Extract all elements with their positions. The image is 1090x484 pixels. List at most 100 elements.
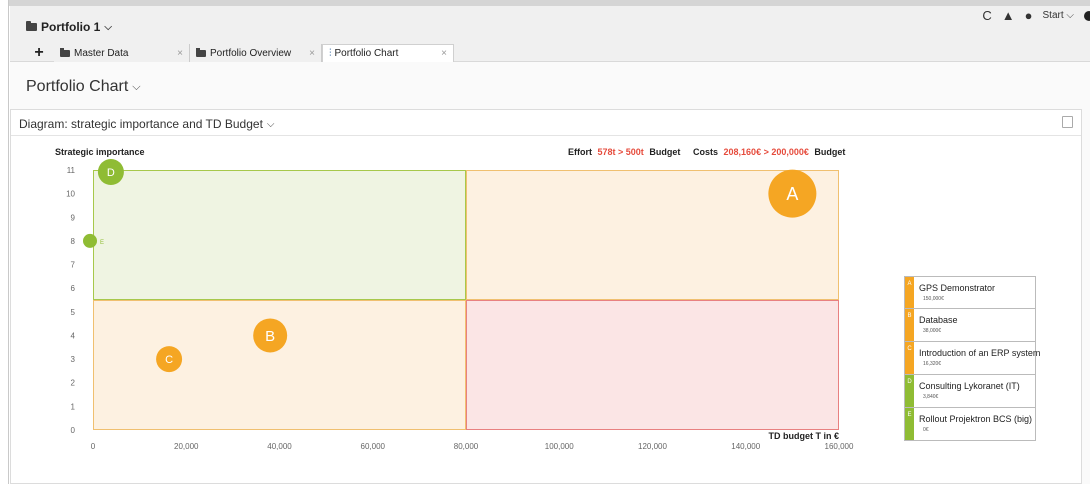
- effort-value: 578t > 500t: [598, 147, 644, 157]
- diagram-selector[interactable]: Diagram: strategic importance and TD Bud…: [19, 117, 275, 131]
- quadrant-group: [93, 170, 839, 430]
- y-tick-label: 3: [71, 355, 76, 364]
- x-tick-label: 0: [91, 442, 96, 451]
- y-tick-label: 10: [66, 190, 75, 199]
- top-right-toolbar: C ▲ ● Start ⌵: [982, 8, 1090, 23]
- legend-item[interactable]: C Introduction of an ERP system 16,320€: [904, 342, 1040, 375]
- data-point-c: C: [156, 346, 183, 373]
- start-label: Start: [1042, 10, 1064, 21]
- legend-item[interactable]: E Rollout Projektron BCS (big) 0€: [904, 408, 1036, 441]
- close-icon[interactable]: ×: [309, 48, 315, 59]
- tab-portfolio-chart[interactable]: ⫶ Portfolio Chart ×: [322, 44, 454, 62]
- legend-value: 16,320€: [923, 361, 942, 367]
- y-tick-label: 9: [71, 213, 76, 222]
- point-label: B: [265, 328, 275, 345]
- folder-icon: [196, 47, 206, 57]
- chevron-down-icon: ⌵: [104, 21, 112, 33]
- page-title[interactable]: Portfolio Chart ⌵: [26, 78, 141, 96]
- quadrant-1: [93, 170, 466, 300]
- chart-icon: ⫶: [329, 48, 332, 59]
- legend-value: 3,840€: [923, 394, 939, 400]
- tab-label: Portfolio Chart: [334, 48, 399, 59]
- chevron-down-icon: ⌵: [132, 80, 141, 93]
- data-point-d: D: [97, 159, 124, 185]
- start-menu-button[interactable]: Start ⌵: [1043, 10, 1075, 21]
- y-tick-label: 1: [71, 402, 76, 411]
- add-tab-button[interactable]: +: [24, 44, 54, 62]
- refresh-icon[interactable]: C: [982, 8, 991, 23]
- tab-label: Portfolio Overview: [210, 47, 292, 59]
- chart-legend: A GPS Demonstrator 150,000€ B Database 38,000…: [904, 276, 1040, 441]
- y-axis-label: Strategic importance: [55, 147, 145, 157]
- folder-icon: [60, 47, 70, 57]
- bell-icon[interactable]: ▲: [1002, 8, 1015, 23]
- y-tick-label: 5: [71, 308, 76, 317]
- app-root: Portfolio 1 ⌵ C ▲ ● Start ⌵ + Master Dat…: [10, 6, 1090, 484]
- close-icon[interactable]: ×: [441, 48, 447, 59]
- y-tick-label: 11: [67, 166, 76, 175]
- point-label: E: [100, 240, 104, 246]
- effort-suffix: Budget: [649, 147, 680, 157]
- x-axis-ticks: 0 20,000 40,000 60,000 80,000 100,000 120,000 1…: [91, 442, 854, 451]
- legend-value: 0€: [923, 427, 929, 433]
- x-tick-label: 120,000: [638, 442, 667, 451]
- chevron-down-icon: ⌵: [1066, 10, 1074, 21]
- panel-header: Diagram: strategic importance and TD Bud…: [11, 110, 1081, 136]
- close-icon[interactable]: ×: [177, 48, 183, 59]
- svg-text:Effort 578t > 500t: Effort 578t > 500t Budget: [568, 147, 680, 157]
- tab-master-data[interactable]: Master Data ×: [54, 44, 190, 62]
- costs-value: 208,160€ > 200,000€: [724, 147, 809, 157]
- legend-name: Rollout Projektron BCS (big): [919, 414, 1033, 424]
- point-marker: [83, 233, 97, 248]
- legend-swatch: B: [905, 309, 914, 341]
- quadrant-4: [466, 300, 839, 430]
- costs-summary: Costs 208,160€ > 200,000€ Budget: [693, 147, 845, 157]
- user-avatar-icon[interactable]: [1084, 10, 1090, 21]
- data-point-a: A: [768, 169, 817, 218]
- y-tick-label: 2: [71, 379, 76, 388]
- diagram-panel: Diagram: strategic importance and TD Bud…: [10, 109, 1082, 484]
- legend-item[interactable]: B Database 38,000€: [904, 309, 1036, 342]
- point-label: A: [786, 184, 798, 204]
- portfolio-selector[interactable]: Portfolio 1 ⌵: [26, 20, 112, 34]
- legend-swatch: C: [905, 342, 914, 374]
- legend-swatch: A: [905, 277, 914, 308]
- legend-item[interactable]: D Consulting Lykoranet (IT) 3,840€: [904, 375, 1036, 408]
- legend-swatch: D: [905, 375, 914, 407]
- legend-value: 38,000€: [923, 328, 942, 334]
- x-tick-label: 100,000: [545, 442, 574, 451]
- y-tick-label: 8: [71, 237, 76, 246]
- export-icon[interactable]: [1062, 116, 1073, 128]
- x-tick-label: 140,000: [731, 442, 760, 451]
- legend-name: Introduction of an ERP system: [919, 348, 1041, 358]
- legend-value: 150,000€: [923, 296, 944, 302]
- page-title-text: Portfolio Chart: [26, 78, 129, 95]
- y-tick-label: 0: [71, 426, 76, 435]
- quadrant-3: [93, 300, 466, 430]
- tab-portfolio-overview[interactable]: Portfolio Overview ×: [190, 44, 322, 62]
- x-tick-label: 60,000: [361, 442, 386, 451]
- svg-text:Costs 208,160€ > 200: Costs 208,160€ > 200,000€ Budget: [693, 147, 845, 157]
- legend-swatch: E: [905, 408, 914, 440]
- tab-label: Master Data: [74, 47, 129, 59]
- x-tick-label: 160,000: [825, 442, 854, 451]
- tab-bar: + Master Data × Portfolio Overview × ⫶ P…: [24, 44, 454, 62]
- panel-title: Diagram: strategic importance and TD Bud…: [19, 117, 263, 131]
- legend-name: GPS Demonstrator: [919, 283, 996, 293]
- timer-icon[interactable]: ●: [1025, 8, 1033, 23]
- x-tick-label: 40,000: [267, 442, 292, 451]
- effort-summary: Effort 578t > 500t Budget: [568, 147, 680, 157]
- legend-item[interactable]: A GPS Demonstrator 150,000€: [904, 276, 1036, 309]
- window-left-border: [0, 0, 9, 484]
- y-axis-ticks: 0 1 2 3 4 5 6 7 8 9 10 11: [66, 166, 75, 435]
- costs-suffix: Budget: [814, 147, 845, 157]
- legend-name: Consulting Lykoranet (IT): [919, 381, 1020, 391]
- x-tick-label: 80,000: [454, 442, 479, 451]
- y-tick-label: 7: [71, 261, 76, 270]
- x-axis-label: TD budget T in €: [769, 431, 840, 441]
- legend-name: Database: [919, 315, 958, 325]
- point-label: D: [107, 167, 115, 179]
- data-point-b: B: [253, 318, 288, 353]
- point-label: C: [165, 354, 173, 366]
- y-tick-label: 6: [71, 284, 76, 293]
